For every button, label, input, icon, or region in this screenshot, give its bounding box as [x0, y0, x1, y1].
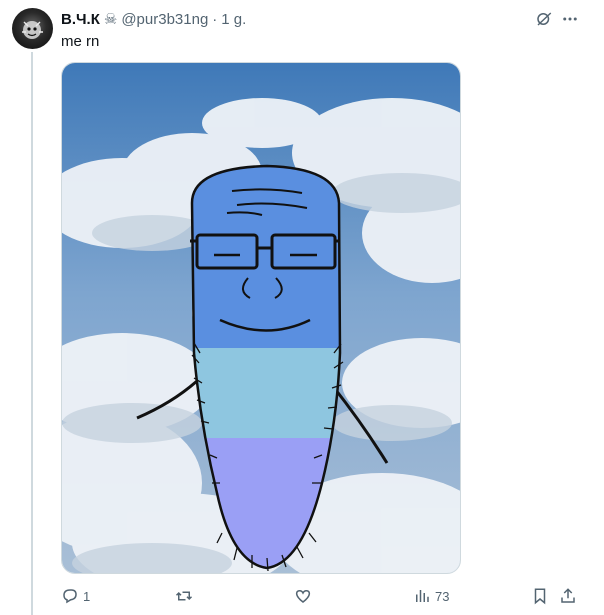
like-button[interactable]	[294, 584, 316, 608]
reply-count: 1	[83, 588, 91, 604]
retweet-button[interactable]	[175, 584, 197, 608]
separator-dot: ·	[212, 10, 218, 28]
reply-icon	[63, 589, 77, 604]
avatar[interactable]	[12, 8, 53, 49]
grok-icon[interactable]	[533, 8, 555, 30]
more-icon[interactable]	[559, 8, 581, 30]
tweet-media[interactable]	[61, 62, 461, 574]
views-count: 73	[435, 588, 450, 604]
share-button[interactable]	[559, 584, 577, 608]
like-icon	[295, 589, 311, 603]
skull-icon: ☠	[103, 11, 118, 28]
avatar-image	[22, 21, 43, 39]
tweet-text: me rn	[61, 33, 100, 50]
thread-line	[31, 52, 33, 615]
share-icon	[561, 588, 575, 603]
meme-image	[62, 63, 460, 573]
tweet-header: В.Ч.К ☠ @pur3b31ng · 1 g.	[61, 9, 246, 29]
action-bar: 1 73	[61, 584, 584, 608]
bookmark-button[interactable]	[531, 584, 549, 608]
retweet-icon	[175, 591, 193, 601]
views-icon	[416, 590, 429, 602]
reply-button[interactable]: 1	[61, 584, 90, 608]
display-name[interactable]: В.Ч.К	[61, 11, 100, 28]
bookmark-icon	[534, 588, 546, 605]
timestamp[interactable]: 1 g.	[221, 11, 246, 28]
user-handle[interactable]: @pur3b31ng	[121, 11, 208, 28]
views-button[interactable]: 73	[413, 584, 449, 608]
